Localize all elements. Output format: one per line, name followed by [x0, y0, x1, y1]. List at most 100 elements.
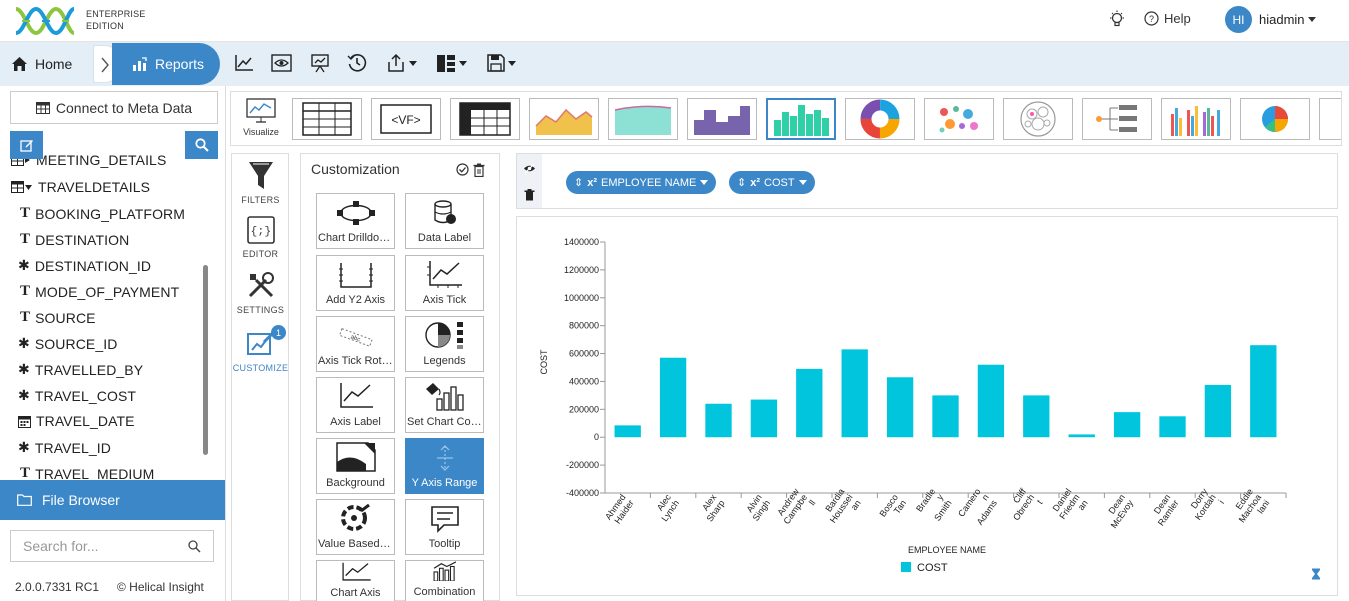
tree-item-destination[interactable]: T DESTINATION	[20, 231, 129, 248]
pie-chart-icon	[1262, 106, 1288, 132]
trash-icon[interactable]	[473, 163, 485, 177]
check-circle-icon[interactable]	[456, 163, 469, 176]
viz-donut-chart[interactable]	[845, 98, 915, 140]
bar[interactable]	[614, 425, 641, 438]
viz-pie-chart[interactable]	[1240, 98, 1310, 140]
option-chart-drilldown[interactable]: Chart Drilldown	[316, 193, 395, 249]
trash-icon[interactable]	[524, 189, 535, 201]
option-value-based-colors[interactable]: Value Based Colors	[316, 499, 395, 555]
option-combination[interactable]: Combination	[405, 560, 484, 601]
tab-settings[interactable]: SETTINGS	[232, 270, 289, 315]
tree-item-travel-cost[interactable]: ✱ TRAVEL_COST	[18, 387, 136, 404]
hourglass-icon[interactable]	[1311, 568, 1321, 580]
legend-label[interactable]: COST	[917, 562, 948, 574]
viz-more[interactable]	[1319, 98, 1341, 140]
tab-editor[interactable]: {;} EDITOR	[232, 216, 289, 259]
bar[interactable]	[750, 399, 778, 438]
option-background[interactable]: Background	[316, 438, 395, 494]
tree-item-travel-id[interactable]: ✱ TRAVEL_ID	[18, 439, 111, 456]
save-button[interactable]	[487, 52, 516, 74]
avatar[interactable]: HI	[1225, 6, 1252, 33]
tree-item-booking-platform[interactable]: T BOOKING_PLATFORM	[20, 205, 185, 222]
export-button[interactable]	[386, 52, 417, 74]
home-label: Home	[35, 56, 73, 72]
option-set-chart-colors[interactable]: Set Chart Colors	[405, 377, 484, 433]
fields-side-actions	[517, 154, 542, 208]
help-link[interactable]: ? Help	[1144, 11, 1191, 26]
line-chart-button[interactable]	[234, 52, 254, 74]
bar[interactable]	[1204, 384, 1232, 438]
tree-item-mode-of-payment[interactable]: T MODE_OF_PAYMENT	[20, 283, 179, 300]
legend-swatch[interactable]	[901, 562, 911, 572]
search-input[interactable]: Search for...	[10, 530, 214, 562]
option-chart-axis[interactable]: Chart Axis	[316, 560, 395, 601]
file-browser-button[interactable]: File Browser	[0, 480, 225, 520]
metadata-tree[interactable]: MEETING_DETAILS TRAVELDETAILS T BOOKING_…	[0, 147, 210, 480]
bar[interactable]	[705, 403, 732, 438]
viz-area-chart[interactable]	[529, 98, 599, 140]
presentation-button[interactable]	[310, 52, 330, 74]
reports-breadcrumb[interactable]: Reports	[112, 43, 220, 85]
lightbulb-icon[interactable]	[1108, 10, 1126, 28]
viz-bar-chart[interactable]	[766, 98, 836, 140]
eye-slash-icon[interactable]	[523, 163, 536, 174]
field-pill-cost[interactable]: ⇕ x² COST	[729, 171, 815, 194]
chart-axes	[604, 242, 1286, 494]
tree-item-source-id[interactable]: ✱ SOURCE_ID	[18, 335, 117, 352]
option-axis-label[interactable]: Axis Label	[316, 377, 395, 433]
viz-tree-diagram[interactable]	[1082, 98, 1152, 140]
caret-down-icon	[459, 60, 467, 66]
tree-item-travel-medium[interactable]: T TRAVEL_MEDIUM	[20, 465, 154, 480]
viz-crosstab[interactable]	[450, 98, 520, 140]
option-label: Combination	[413, 586, 476, 597]
option-axis-tick-rotation[interactable]: abc Axis Tick Rotation	[316, 316, 395, 372]
viz-bubble-chart[interactable]	[924, 98, 994, 140]
tree-item-travel-date[interactable]: TRAVEL_DATE	[18, 413, 135, 429]
bar[interactable]	[977, 364, 1005, 438]
option-legends[interactable]: Legends	[405, 316, 484, 372]
preview-button[interactable]	[271, 52, 292, 74]
background-image-icon	[335, 442, 376, 472]
bar[interactable]	[796, 368, 823, 438]
visualize-button[interactable]: Visualize	[239, 98, 283, 142]
viz-circle-packing[interactable]	[1003, 98, 1073, 140]
viz-grouped-bar[interactable]	[1161, 98, 1231, 140]
viz-step-chart[interactable]	[687, 98, 757, 140]
connect-meta-data-button[interactable]: Connect to Meta Data	[10, 91, 218, 124]
bar[interactable]	[659, 357, 687, 438]
tree-item-travelled-by[interactable]: ✱ TRAVELLED_BY	[18, 361, 143, 378]
tree-item-traveldetails[interactable]: TRAVELDETAILS	[11, 179, 150, 195]
history-button[interactable]	[347, 52, 367, 74]
option-data-label[interactable]: Data Label	[405, 193, 484, 249]
bar[interactable]	[1068, 434, 1095, 438]
search-metadata-button[interactable]	[185, 131, 218, 159]
grouped-bar-icon	[1171, 106, 1220, 136]
layout-button[interactable]	[436, 52, 467, 74]
home-breadcrumb[interactable]: Home	[0, 43, 95, 85]
viz-table[interactable]	[292, 98, 362, 140]
viz-vf-template[interactable]: <VF>	[371, 98, 441, 140]
bar[interactable]	[886, 377, 914, 438]
bar[interactable]	[1159, 416, 1186, 438]
option-axis-tick[interactable]: Axis Tick	[405, 255, 484, 311]
bar[interactable]	[841, 349, 868, 438]
bar[interactable]	[1023, 395, 1050, 438]
tree-item-label: SOURCE	[35, 309, 96, 326]
field-pill-employee-name[interactable]: ⇕ x² EMPLOYEE NAME	[566, 171, 717, 194]
bar[interactable]	[932, 395, 959, 438]
tree-item-destination-id[interactable]: ✱ DESTINATION_ID	[18, 257, 151, 274]
viz-stacked-area[interactable]	[608, 98, 678, 140]
option-tooltip[interactable]: Tooltip	[405, 499, 484, 555]
bar[interactable]	[1250, 345, 1277, 438]
option-y-axis-range[interactable]: Y Axis Range	[405, 438, 484, 494]
option-add-y2-axis[interactable]: Add Y2 Axis	[316, 255, 395, 311]
pill-prefix: x²	[587, 176, 597, 189]
edit-metadata-button[interactable]	[10, 131, 43, 159]
tree-scrollbar[interactable]	[203, 265, 208, 455]
bar[interactable]	[1113, 412, 1141, 438]
tab-filters[interactable]: FILTERS	[232, 160, 289, 205]
tree-item-source[interactable]: T SOURCE	[20, 309, 96, 326]
caret-down-icon	[700, 180, 709, 185]
user-menu[interactable]: hiadmin	[1259, 12, 1316, 27]
bar-chart-icon	[133, 56, 147, 71]
